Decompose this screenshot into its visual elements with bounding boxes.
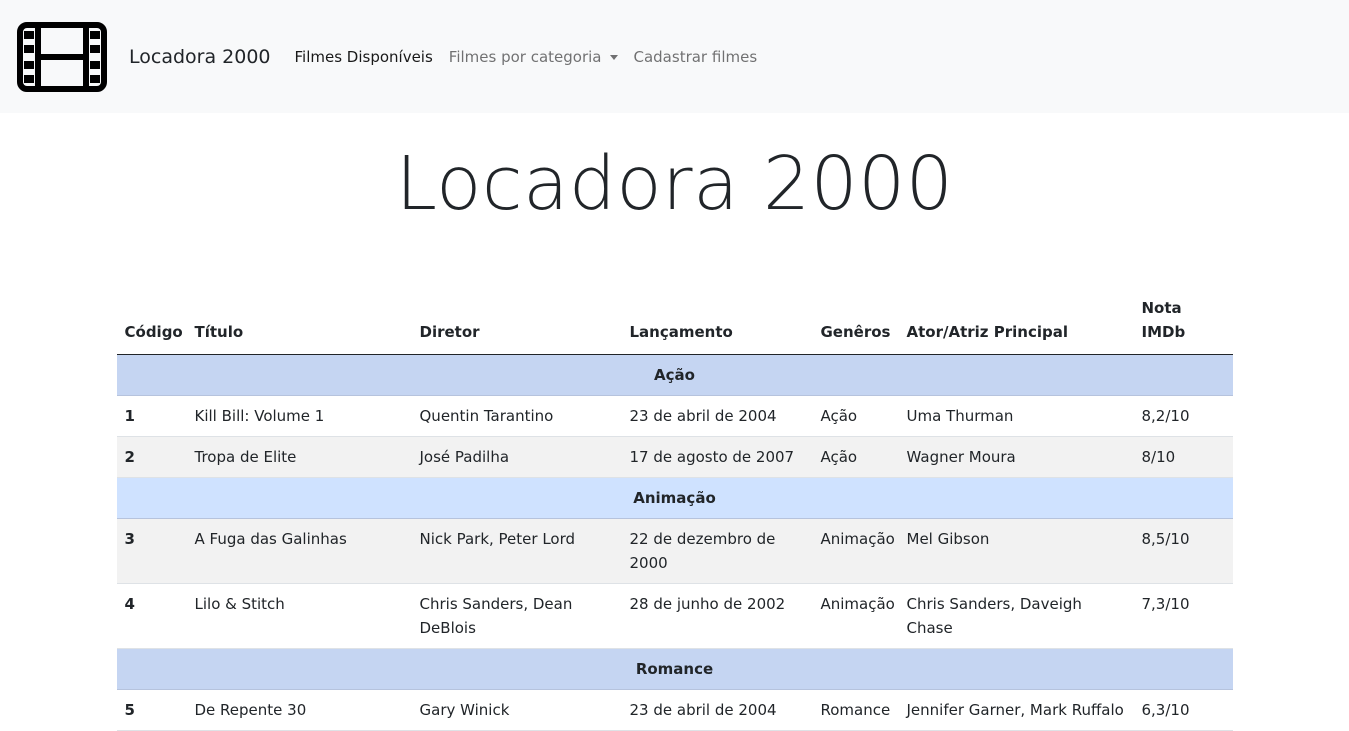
header-ator-principal: Ator/Atriz Principal: [898, 288, 1134, 355]
cell-nota: 7,3/10: [1133, 583, 1233, 649]
table-row: 1 Kill Bill: Volume 1 Quentin Tarantino …: [116, 395, 1233, 437]
category-label: Romance: [116, 648, 1233, 690]
table-container: Código Título Diretor Lançamento Genêros…: [116, 288, 1233, 731]
category-row-romance: Romance: [116, 648, 1233, 690]
film-icon[interactable]: [17, 21, 107, 92]
cell-diretor: Quentin Tarantino: [411, 395, 622, 437]
cell-ator: Chris Sanders, Daveigh Chase: [898, 583, 1134, 649]
cell-codigo: 3: [116, 518, 187, 584]
cell-genero: Ação: [812, 436, 899, 478]
header-diretor: Diretor: [411, 288, 622, 355]
header-generos: Genêros: [812, 288, 899, 355]
page-title: Locadora 2000: [395, 141, 954, 227]
cell-titulo: A Fuga das Galinhas: [186, 518, 412, 584]
cell-codigo: 2: [116, 436, 187, 478]
header-nota-imdb: Nota IMDb: [1133, 288, 1233, 355]
nav-links: Filmes Disponíveis Filmes por categoria …: [295, 48, 774, 66]
cell-lancamento: 28 de junho de 2002: [621, 583, 813, 649]
table-row: 3 A Fuga das Galinhas Nick Park, Peter L…: [116, 518, 1233, 584]
table-row: 4 Lilo & Stitch Chris Sanders, Dean DeBl…: [116, 583, 1233, 649]
cell-titulo: Tropa de Elite: [186, 436, 412, 478]
caret-down-icon: [609, 55, 618, 60]
cell-genero: Animação: [812, 518, 899, 584]
header-titulo: Título: [186, 288, 412, 355]
cell-ator: Uma Thurman: [898, 395, 1134, 437]
category-label: Animação: [116, 477, 1233, 519]
cell-codigo: 1: [116, 395, 187, 437]
category-row-acao: Ação: [116, 354, 1233, 396]
cell-ator: Wagner Moura: [898, 436, 1134, 478]
cell-nota: 8,2/10: [1133, 395, 1233, 437]
cell-diretor: Chris Sanders, Dean DeBlois: [411, 583, 622, 649]
navbar: Locadora 2000 Filmes Disponíveis Filmes …: [0, 0, 1349, 113]
cell-nota: 8/10: [1133, 436, 1233, 478]
movies-table: Código Título Diretor Lançamento Genêros…: [116, 288, 1233, 731]
cell-lancamento: 22 de dezembro de 2000: [621, 518, 813, 584]
nav-link-filmes-disponiveis[interactable]: Filmes Disponíveis: [295, 48, 433, 66]
cell-titulo: Lilo & Stitch: [186, 583, 412, 649]
cell-diretor: José Padilha: [411, 436, 622, 478]
category-label: Ação: [116, 354, 1233, 396]
nav-dropdown-label: Filmes por categoria: [448, 47, 602, 66]
cell-ator: Mel Gibson: [898, 518, 1134, 584]
nav-link-cadastrar-filmes[interactable]: Cadastrar filmes: [634, 48, 758, 66]
table-header-row: Código Título Diretor Lançamento Genêros…: [116, 288, 1233, 355]
cell-codigo: 4: [116, 583, 187, 649]
cell-nota: 8,5/10: [1133, 518, 1233, 584]
cell-lancamento: 17 de agosto de 2007: [621, 436, 813, 478]
cell-genero: Animação: [812, 583, 899, 649]
table-row: 2 Tropa de Elite José Padilha 17 de agos…: [116, 436, 1233, 478]
cell-genero: Ação: [812, 395, 899, 437]
header-lancamento: Lançamento: [621, 288, 813, 355]
header-codigo: Código: [116, 288, 187, 355]
cell-titulo: Kill Bill: Volume 1: [186, 395, 412, 437]
nav-dropdown-filmes-por-categoria[interactable]: Filmes por categoria: [449, 48, 618, 66]
cell-diretor: Nick Park, Peter Lord: [411, 518, 622, 584]
category-row-animacao: Animação: [116, 477, 1233, 519]
navbar-brand[interactable]: Locadora 2000: [129, 46, 271, 68]
cell-lancamento: 23 de abril de 2004: [621, 395, 813, 437]
